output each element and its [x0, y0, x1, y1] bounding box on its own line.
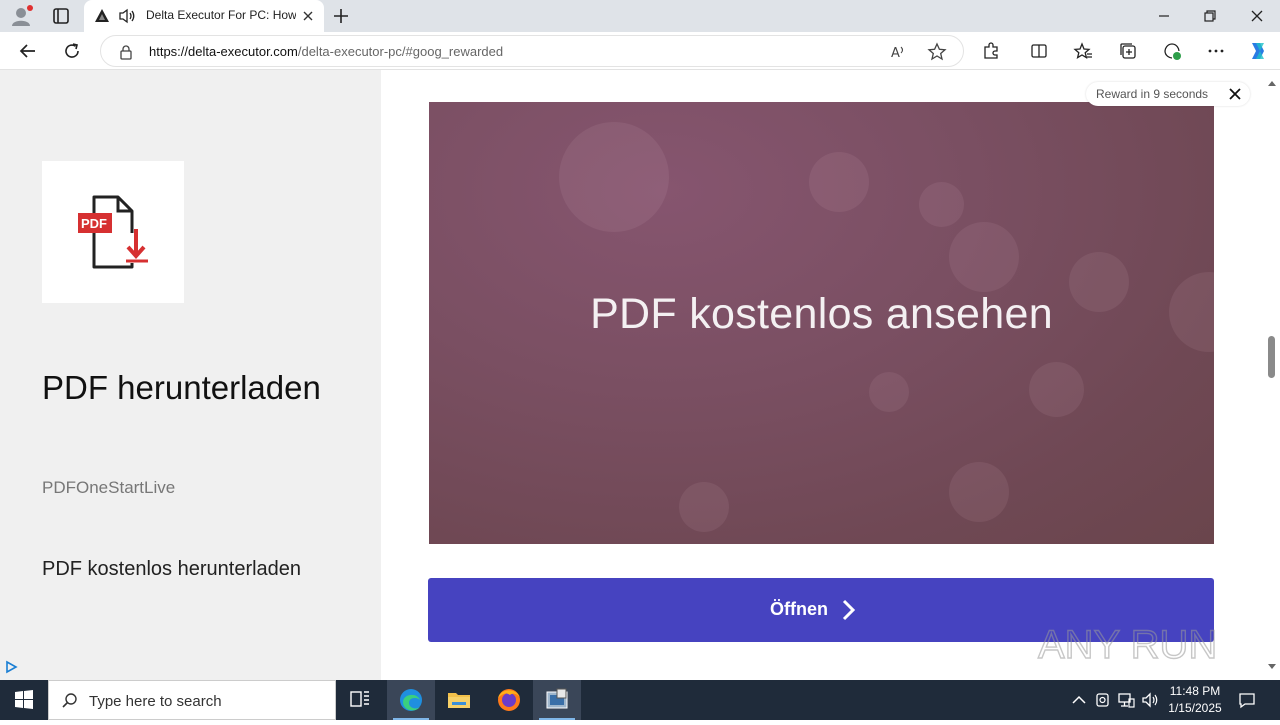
svg-text:A: A: [891, 46, 900, 61]
more-options-icon[interactable]: [1206, 41, 1226, 61]
adchoices-icon[interactable]: [4, 660, 18, 674]
taskbar-clock[interactable]: 11:48 PM 1/15/2025: [1160, 683, 1230, 717]
search-placeholder: Type here to search: [89, 693, 222, 710]
volume-icon[interactable]: [1140, 690, 1160, 710]
address-bar[interactable]: https://delta-executor.com/delta-executo…: [100, 35, 964, 67]
reward-close-icon[interactable]: [1228, 87, 1242, 101]
open-button-label: Öffnen: [770, 599, 828, 619]
read-aloud-icon[interactable]: A: [889, 42, 909, 62]
firefox-icon[interactable]: [485, 680, 533, 720]
url-text[interactable]: https://delta-executor.com/delta-executo…: [149, 44, 503, 59]
ad-brand: PDFOneStartLive: [42, 478, 176, 497]
window-close-icon[interactable]: [1247, 6, 1267, 26]
tab-bar: Delta Executor For PC: How: [0, 0, 1280, 32]
pdf-app-logo[interactable]: PDF: [42, 161, 184, 303]
split-screen-icon[interactable]: [1029, 41, 1049, 61]
scroll-down-icon[interactable]: [1267, 658, 1277, 669]
windows-start-icon[interactable]: [0, 680, 48, 720]
ad-title[interactable]: PDF herunterladen: [42, 365, 362, 411]
favorite-star-icon[interactable]: [927, 42, 947, 62]
task-view-icon[interactable]: [336, 680, 384, 720]
profile-icon[interactable]: [10, 5, 34, 27]
notification-icon[interactable]: [1237, 690, 1257, 710]
taskbar: Type here to search 11:48 PM 1/15/2025: [0, 680, 1280, 720]
network-icon[interactable]: [1116, 690, 1136, 710]
delta-favicon-icon: [94, 8, 110, 24]
svg-text:PDF: PDF: [81, 216, 107, 231]
tray-overflow-icon[interactable]: [1069, 690, 1089, 710]
reward-countdown: Reward in 9 seconds: [1086, 82, 1250, 106]
back-icon[interactable]: [17, 40, 39, 62]
collections-icon[interactable]: [1118, 41, 1138, 61]
tab-actions-icon[interactable]: [50, 5, 72, 27]
address-toolbar: https://delta-executor.com/delta-executo…: [0, 32, 1280, 70]
reward-text: Reward in 9 seconds: [1096, 87, 1209, 101]
video-caption: PDF kostenlos ansehen: [590, 290, 1053, 338]
audio-playing-icon[interactable]: [118, 8, 136, 24]
edge-taskbar-icon[interactable]: [387, 680, 435, 720]
lock-icon[interactable]: [119, 44, 133, 60]
tab-close-icon[interactable]: [300, 8, 316, 24]
clock-time: 11:48 PM: [1169, 684, 1221, 698]
anyrun-watermark: ANY RUN: [1036, 610, 1236, 675]
page-scrollbar[interactable]: [1264, 70, 1280, 680]
new-tab-icon[interactable]: [330, 5, 352, 27]
extensions-icon[interactable]: [981, 41, 1001, 61]
chevron-right-icon: [840, 598, 856, 622]
svg-text:ANY RUN: ANY RUN: [1038, 623, 1217, 667]
ad-sidebar: PDF PDF herunterladen PDFOneStartLive PD…: [0, 70, 381, 680]
restore-icon[interactable]: [1200, 6, 1220, 26]
page-content: PDF PDF herunterladen PDFOneStartLive PD…: [0, 70, 1264, 680]
app-installer-taskbar-icon[interactable]: [533, 680, 581, 720]
refresh-icon[interactable]: [61, 40, 83, 62]
ad-description: PDF kostenlos herunterladen: [42, 558, 302, 580]
scroll-thumb[interactable]: [1268, 336, 1275, 378]
browser-essentials-icon[interactable]: [1162, 41, 1182, 61]
search-icon: [61, 692, 79, 710]
active-tab[interactable]: Delta Executor For PC: How: [84, 0, 324, 32]
scroll-up-icon[interactable]: [1267, 74, 1277, 86]
meet-now-icon[interactable]: [1093, 690, 1113, 710]
taskbar-search[interactable]: Type here to search: [48, 680, 336, 720]
favorites-icon[interactable]: [1073, 41, 1093, 61]
copilot-icon[interactable]: [1246, 39, 1270, 63]
clock-date: 1/15/2025: [1168, 701, 1222, 715]
file-explorer-icon[interactable]: [435, 680, 483, 720]
tab-title: Delta Executor For PC: How: [146, 8, 296, 22]
minimize-icon[interactable]: [1154, 6, 1174, 26]
ad-video[interactable]: PDF kostenlos ansehen: [429, 102, 1214, 544]
